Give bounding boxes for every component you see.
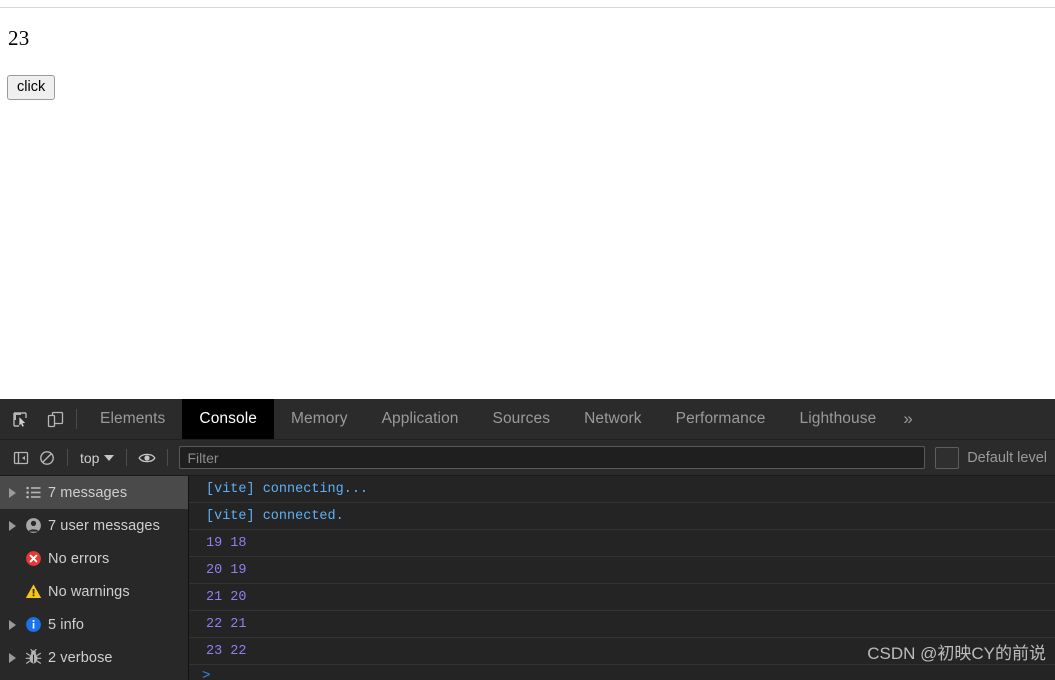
log-level-label: Default level [967, 449, 1047, 466]
tab-network[interactable]: Network [567, 399, 659, 439]
page-top-divider [0, 7, 1055, 8]
sidebar-item-verbose[interactable]: 2 verbose [0, 641, 188, 674]
console-message-text: 19 18 [206, 535, 247, 551]
counter-value: 23 [8, 26, 30, 50]
expand-arrow-icon[interactable] [6, 619, 18, 630]
log-level-selector[interactable]: Default level [925, 446, 1055, 469]
error-icon [24, 550, 42, 568]
inspect-element-icon[interactable] [7, 406, 33, 432]
console-filter-toolbar: top Default level [0, 440, 1055, 476]
toolbar-divider [76, 409, 77, 429]
devtools-tabs: Elements Console Memory Application Sour… [83, 399, 1055, 439]
console-message-text: 20 19 [206, 562, 247, 578]
tab-sources[interactable]: Sources [476, 399, 568, 439]
sidebar-item-user-messages[interactable]: 7 user messages [0, 509, 188, 542]
filterbar-divider-1 [67, 449, 68, 466]
devtools-tool-icons [0, 399, 74, 439]
console-message-row[interactable]: 19 18 [189, 530, 1055, 557]
console-message-row[interactable]: 21 20 [189, 584, 1055, 611]
chevron-down-icon [104, 454, 115, 461]
show-console-sidebar-icon[interactable] [8, 445, 34, 471]
bug-icon [24, 649, 42, 667]
warning-icon [24, 583, 42, 601]
console-message-row[interactable]: [vite] connecting... [189, 476, 1055, 503]
log-level-swatch [935, 446, 960, 469]
console-message-text: 21 20 [206, 589, 247, 605]
console-message-text: [vite] connecting... [206, 481, 369, 497]
execution-context-label: top [80, 449, 100, 466]
tab-lighthouse[interactable]: Lighthouse [782, 399, 893, 439]
tab-memory[interactable]: Memory [274, 399, 365, 439]
click-button[interactable]: click [7, 75, 56, 100]
console-body: 7 messages 7 user messages No errors No … [0, 476, 1055, 680]
sidebar-item-label: 7 user messages [48, 517, 160, 534]
sidebar-item-errors[interactable]: No errors [0, 542, 188, 575]
device-toolbar-icon[interactable] [42, 406, 68, 432]
live-expression-icon[interactable] [134, 445, 160, 471]
prompt-chevron-icon: > [201, 667, 211, 680]
console-prompt[interactable]: > [189, 665, 1055, 680]
console-sidebar: 7 messages 7 user messages No errors No … [0, 476, 189, 680]
sidebar-item-messages[interactable]: 7 messages [0, 476, 188, 509]
more-tabs-icon[interactable]: » [893, 399, 926, 439]
console-message-row[interactable]: [vite] connected. [189, 503, 1055, 530]
filterbar-divider-2 [126, 449, 128, 466]
console-message-list: [vite] connecting... [vite] connected. 1… [189, 476, 1055, 680]
expand-arrow-icon[interactable] [6, 652, 18, 663]
filterbar-divider-3 [167, 449, 169, 466]
sidebar-item-label: No warnings [48, 583, 130, 600]
tab-application[interactable]: Application [365, 399, 476, 439]
console-message-text: 22 21 [206, 616, 247, 632]
filter-input[interactable] [179, 446, 926, 469]
console-message-row[interactable]: 22 21 [189, 611, 1055, 638]
tab-performance[interactable]: Performance [659, 399, 783, 439]
tab-console[interactable]: Console [182, 399, 274, 439]
sidebar-item-info[interactable]: 5 info [0, 608, 188, 641]
devtools-tab-bar: Elements Console Memory Application Sour… [0, 399, 1055, 440]
execution-context-selector[interactable]: top [75, 448, 119, 468]
browser-page-viewport: 23 click [0, 0, 1055, 399]
console-message-row[interactable]: 20 19 [189, 557, 1055, 584]
list-icon [24, 484, 42, 502]
expand-arrow-icon[interactable] [6, 520, 18, 531]
clear-console-icon[interactable] [34, 445, 60, 471]
devtools-panel: Elements Console Memory Application Sour… [0, 399, 1055, 680]
console-message-text: 23 22 [206, 643, 247, 659]
sidebar-item-label: No errors [48, 550, 110, 567]
expand-arrow-icon[interactable] [6, 487, 18, 498]
tab-elements[interactable]: Elements [83, 399, 182, 439]
console-message-text: [vite] connected. [206, 508, 344, 524]
sidebar-item-warnings[interactable]: No warnings [0, 575, 188, 608]
info-icon [24, 616, 42, 634]
sidebar-item-label: 2 verbose [48, 649, 113, 666]
console-message-row[interactable]: 23 22 [189, 638, 1055, 665]
user-icon [24, 517, 42, 535]
sidebar-item-label: 7 messages [48, 484, 128, 501]
sidebar-item-label: 5 info [48, 616, 85, 633]
